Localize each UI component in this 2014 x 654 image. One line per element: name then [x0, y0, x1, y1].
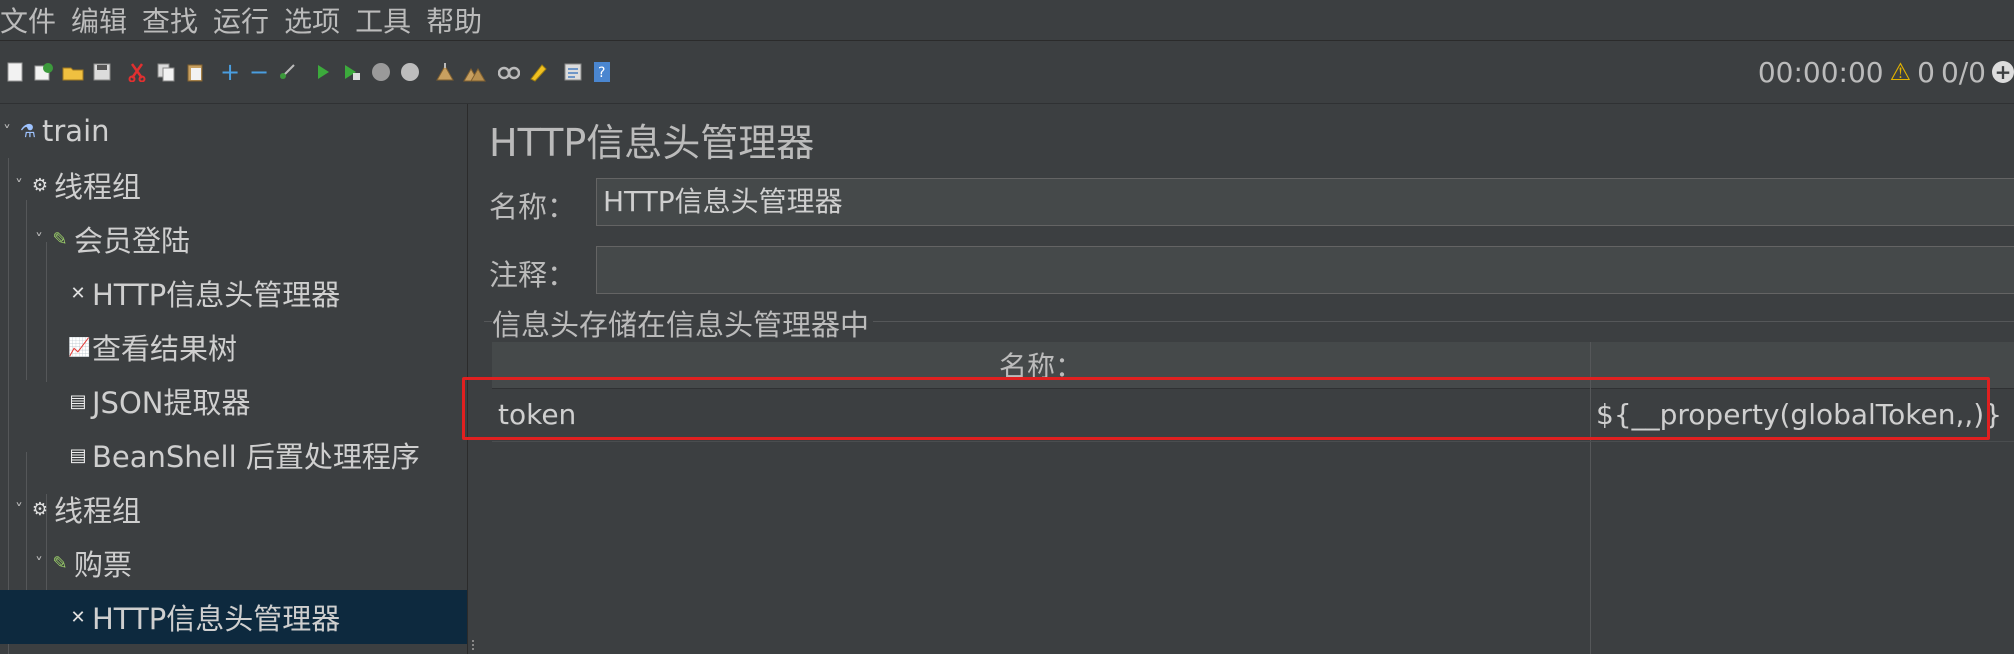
postprocessor-icon: ▤ [69, 444, 87, 466]
reset-search-icon[interactable] [526, 60, 550, 84]
pane-splitter[interactable] [467, 104, 478, 654]
start-icon[interactable] [311, 60, 335, 84]
menu-edit[interactable]: 编辑 [71, 0, 138, 40]
paste-icon[interactable] [183, 60, 207, 84]
name-label: 名称： [489, 190, 577, 224]
headers-table: 名称： token ${__property(globalToken,,)} [492, 342, 2014, 654]
warning-icon[interactable]: ⚠ [1890, 58, 1912, 86]
column-header-name[interactable]: 名称： [492, 342, 1590, 389]
tree-item-label: JSON提取器 [92, 386, 251, 420]
chevron-down-icon[interactable]: ˅ [12, 176, 26, 195]
tree-item-label: 线程组 [54, 170, 142, 204]
tree-item-label: 购票 [74, 548, 133, 582]
collapse-icon[interactable]: − [247, 60, 271, 84]
save-icon[interactable] [90, 60, 114, 84]
open-icon[interactable] [61, 60, 85, 84]
start-no-pause-icon[interactable] [340, 60, 364, 84]
tree-item-train[interactable]: ˅ ⚗ train [0, 104, 467, 158]
menu-search[interactable]: 查找 [142, 0, 209, 40]
comment-field[interactable] [596, 246, 2014, 294]
toggle-icon[interactable] [276, 60, 300, 84]
tree-item-label: 会员登陆 [74, 224, 191, 258]
shutdown-icon[interactable] [398, 60, 422, 84]
tree-item-label: 线程组 [54, 494, 142, 528]
copy-icon[interactable] [154, 60, 178, 84]
stop-icon[interactable] [369, 60, 393, 84]
header-manager-panel: HTTP信息头管理器 名称： HTTP信息头管理器 注释： 信息头存储在信息头管… [478, 104, 2014, 654]
warning-count[interactable]: 0 [1917, 56, 1935, 89]
search-icon[interactable] [497, 60, 521, 84]
tree-item-json-extractor[interactable]: ▤ JSON提取器 [0, 374, 535, 428]
splitter-grip[interactable] [472, 640, 474, 650]
table-row[interactable]: token ${__property(globalToken,,)} [492, 389, 2014, 442]
tree-item-member-login[interactable]: ˅ ✎ 会员登陆 [0, 212, 499, 266]
menu-file[interactable]: 文件 [0, 0, 67, 40]
function-helper-icon[interactable] [561, 60, 585, 84]
tree-item-label: train [42, 114, 110, 148]
menu-run[interactable]: 运行 [213, 0, 280, 40]
chevron-down-icon[interactable]: ˅ [12, 500, 26, 519]
sampler-icon: ✎ [52, 552, 68, 574]
group-title: 信息头存储在信息头管理器中 [492, 302, 874, 344]
header-name-cell[interactable]: token [498, 389, 576, 441]
toolbar: + − ? 00:00:00 ⚠ 0 0/0 + [0, 41, 2014, 104]
column-header-value[interactable] [1591, 342, 2014, 389]
gear-icon: ⚙ [31, 498, 49, 520]
tree-item-label: BeanShell 后置处理程序 [92, 440, 420, 474]
tree-item-thread-group-1[interactable]: ˅ ⚙ 线程组 [0, 158, 479, 212]
config-icon: ✕ [70, 606, 86, 628]
gear-icon: ⚙ [31, 174, 49, 196]
sampler-icon: ✎ [52, 228, 68, 250]
chevron-down-icon[interactable]: ˅ [32, 230, 46, 249]
page-title: HTTP信息头管理器 [489, 121, 815, 165]
chevron-down-icon[interactable]: ˅ [32, 554, 46, 573]
menu-tools[interactable]: 工具 [355, 0, 422, 40]
tree-item-beanshell-postprocessor[interactable]: ▤ BeanShell 后置处理程序 [0, 428, 535, 482]
help-icon[interactable]: ? [590, 60, 614, 84]
test-plan-icon: ⚗ [19, 120, 37, 142]
svg-text:?: ? [598, 65, 605, 81]
status-area: 00:00:00 ⚠ 0 0/0 + [1758, 41, 2014, 103]
listener-icon: 📈 [68, 336, 91, 358]
tree-item-label: 查看结果树 [92, 332, 238, 366]
templates-icon[interactable] [32, 60, 56, 84]
tree-item-header-manager-1[interactable]: ✕ HTTP信息头管理器 [0, 266, 535, 320]
expand-icon[interactable]: + [218, 60, 242, 84]
tree-item-header-manager-2[interactable]: ✕ HTTP信息头管理器 [0, 590, 535, 644]
postprocessor-icon: ▤ [69, 390, 87, 412]
tree-item-view-results-tree[interactable]: 📈 查看结果树 [0, 320, 535, 374]
tree-item-label: HTTP信息头管理器 [92, 278, 341, 312]
elapsed-timer: 00:00:00 [1757, 55, 1884, 89]
name-field[interactable]: HTTP信息头管理器 [596, 178, 2014, 226]
test-plan-tree: ˅ ⚗ train ˅ ⚙ 线程组 ˅ ✎ 会员登陆 ✕ HTTP信息头管理器 … [0, 104, 535, 654]
remote-plus-icon[interactable]: + [1992, 61, 2014, 83]
tree-item-buy-ticket[interactable]: ˅ ✎ 购票 [0, 536, 499, 590]
tree-item-label: HTTP信息头管理器 [92, 602, 341, 636]
clear-all-icon[interactable] [462, 60, 486, 84]
cut-icon[interactable] [125, 60, 149, 84]
thread-count: 0/0 [1940, 55, 1986, 89]
chevron-down-icon[interactable]: ˅ [0, 122, 14, 141]
clear-icon[interactable] [433, 60, 457, 84]
menu-options[interactable]: 选项 [284, 0, 351, 40]
menu-help[interactable]: 帮助 [426, 0, 493, 40]
new-icon[interactable] [3, 60, 27, 84]
menubar: 文件 编辑 查找 运行 选项 工具 帮助 [0, 0, 2014, 41]
tree-item-thread-group-2[interactable]: ˅ ⚙ 线程组 [0, 482, 479, 536]
comment-label: 注释： [489, 258, 577, 292]
config-icon: ✕ [70, 282, 86, 304]
header-value-cell[interactable]: ${__property(globalToken,,)} [1596, 389, 2002, 441]
